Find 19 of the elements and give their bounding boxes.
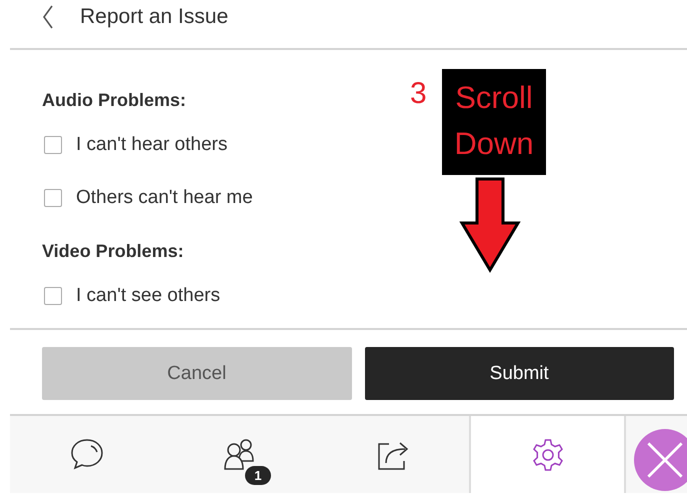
- tab[interactable]: [469, 416, 626, 493]
- checkbox-label: I can't see others: [76, 284, 220, 306]
- count-badge: 1: [245, 466, 271, 485]
- cancel-button[interactable]: Cancel: [42, 347, 352, 400]
- checkbox[interactable]: [44, 286, 62, 304]
- annotation-label: Scroll Down: [442, 69, 546, 175]
- checkbox[interactable]: [44, 136, 62, 154]
- section-heading: Video Problems:: [42, 241, 184, 262]
- step-number: 3: [410, 77, 427, 111]
- section-heading: Audio Problems:: [42, 90, 186, 111]
- checkbox[interactable]: [44, 188, 62, 206]
- down-arrow-icon: [459, 177, 521, 273]
- close-icon: [647, 442, 683, 478]
- close-button[interactable]: [634, 429, 687, 491]
- checkbox-label: Others can't hear me: [76, 186, 253, 208]
- submit-button[interactable]: Submit: [364, 347, 674, 400]
- checkbox-label: I can't hear others: [76, 134, 228, 156]
- window-title: Report an Issue: [80, 5, 228, 29]
- back-icon[interactable]: [42, 5, 54, 29]
